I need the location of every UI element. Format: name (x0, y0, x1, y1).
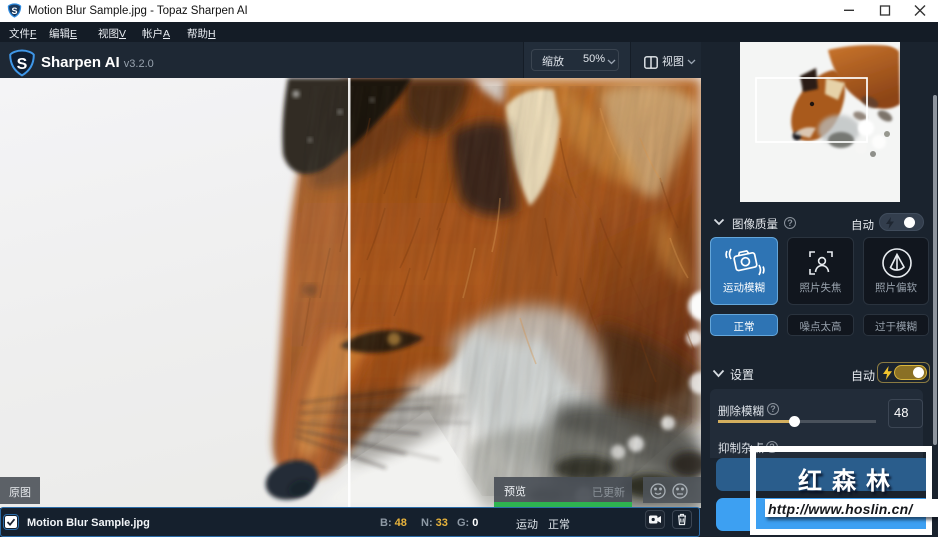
svg-text:S: S (11, 6, 17, 16)
svg-text:S: S (17, 56, 28, 73)
